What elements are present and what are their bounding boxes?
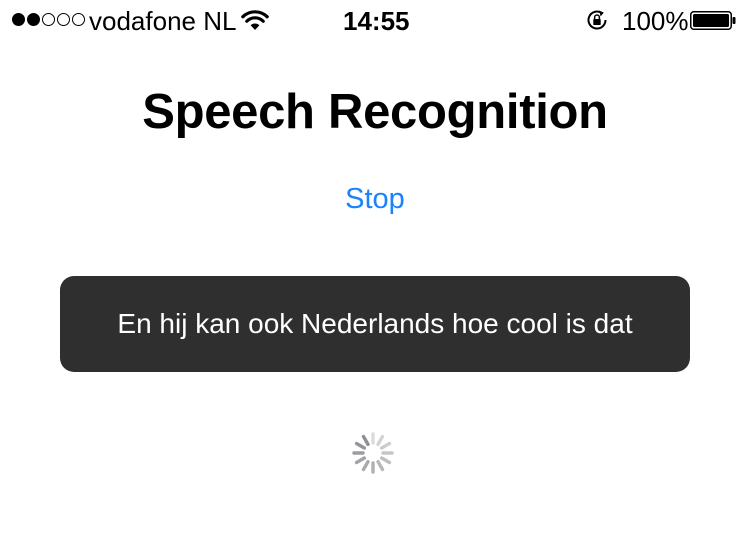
- signal-dot-filled: [27, 13, 40, 26]
- spinner-spoke: [361, 459, 370, 472]
- transcript-text: En hij kan ook Nederlands hoe cool is da…: [117, 308, 633, 339]
- stop-button[interactable]: Stop: [325, 178, 425, 220]
- signal-dot-empty: [57, 13, 70, 26]
- carrier-name: vodafone NL: [89, 6, 237, 36]
- signal-dot-empty: [72, 13, 85, 26]
- battery-percentage: 100%: [622, 6, 689, 36]
- status-bar: vodafone NL 14:55 100%: [0, 0, 750, 40]
- spinner-spoke: [379, 441, 392, 450]
- transcript-panel: En hij kan ook Nederlands hoe cool is da…: [60, 276, 690, 372]
- signal-strength-indicator: [12, 13, 85, 26]
- signal-dot-filled: [12, 13, 25, 26]
- wifi-icon: [241, 10, 269, 30]
- activity-spinner-icon: [352, 432, 394, 474]
- clock-time: 14:55: [343, 6, 410, 36]
- spinner-spoke: [376, 434, 385, 447]
- spinner-spoke: [354, 456, 367, 465]
- signal-dot-empty: [42, 13, 55, 26]
- spinner-spoke: [361, 434, 370, 447]
- rotation-lock-icon: [587, 10, 607, 30]
- spinner-spoke: [376, 459, 385, 472]
- spinner-spoke: [379, 456, 392, 465]
- spinner-spoke: [354, 441, 367, 450]
- battery-icon: [690, 11, 736, 30]
- page-title: Speech Recognition: [142, 85, 608, 139]
